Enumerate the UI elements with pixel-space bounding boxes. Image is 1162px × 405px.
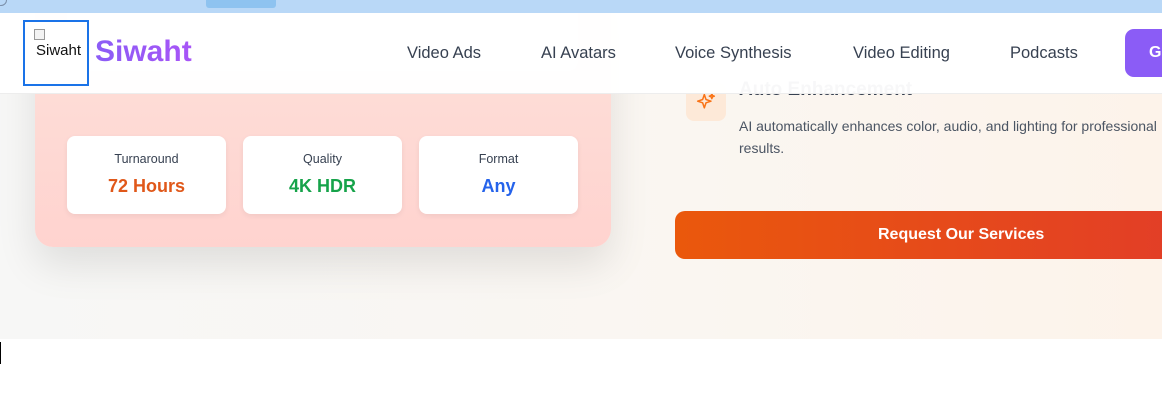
- nav-voice-synthesis[interactable]: Voice Synthesis: [675, 44, 791, 63]
- nav-video-editing[interactable]: Video Editing: [853, 44, 950, 63]
- stat-value: 72 Hours: [107, 176, 186, 196]
- request-services-button[interactable]: Request Our Services: [675, 211, 1162, 259]
- site-header: Siwaht Siwaht Video Ads AI Avatars Voice…: [0, 13, 1162, 94]
- brand-name[interactable]: Siwaht: [95, 35, 192, 69]
- logo-image[interactable]: Siwaht: [23, 20, 89, 86]
- stat-turnaround: Turnaround 72 Hours: [67, 136, 226, 214]
- circle-icon: [0, 0, 7, 6]
- text-cursor: [0, 342, 1, 364]
- feature-description: AI automatically enhances color, audio, …: [739, 118, 1157, 156]
- broken-image-icon: [34, 29, 45, 40]
- stat-label: Turnaround: [114, 152, 179, 166]
- browser-top-strip: [0, 0, 1162, 13]
- nav-podcasts[interactable]: Podcasts: [1010, 44, 1078, 63]
- highlight-tab: [206, 0, 276, 8]
- stat-format: Format Any: [419, 136, 578, 214]
- stat-label: Quality: [303, 152, 342, 166]
- stat-quality: Quality 4K HDR: [243, 136, 402, 214]
- logo-alt-text: Siwaht: [36, 42, 82, 59]
- stat-label: Format: [478, 152, 519, 166]
- stat-value: 4K HDR: [288, 176, 356, 196]
- stat-value: Any: [481, 176, 516, 196]
- get-started-button[interactable]: G: [1125, 29, 1162, 77]
- nav-video-ads[interactable]: Video Ads: [407, 44, 481, 63]
- nav-ai-avatars[interactable]: AI Avatars: [541, 44, 616, 63]
